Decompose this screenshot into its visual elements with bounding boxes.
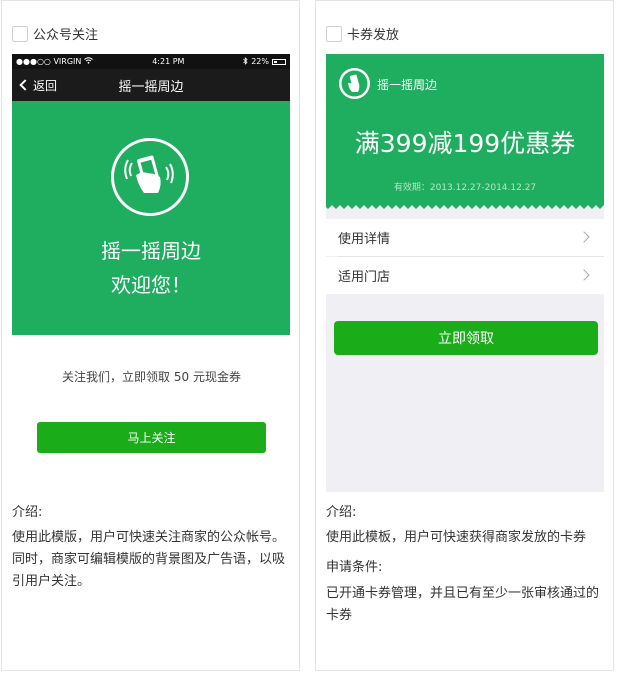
back-chevron-icon: [19, 79, 31, 91]
follow-tip: 关注我们，立即领取 50 元现金券: [62, 370, 241, 384]
phone-preview: ●●●○○ VIRGIN 4:21 PM 22% 返回 摇一摇周边 摇一摇周边 …: [12, 54, 290, 335]
card-title: 卡券发放: [347, 28, 400, 43]
chevron-right-icon: [578, 231, 590, 243]
coupon-preview: 摇一摇周边 满399减199优惠券 有效期：2013.12.27-2014.12…: [326, 54, 604, 492]
intro-heading: 介绍:: [326, 505, 357, 520]
template-select-coupon[interactable]: 卡券发放: [326, 24, 399, 43]
clock-label: 4:21 PM: [152, 57, 185, 66]
intro-section: 介绍: 使用此模板，用户可快速获得商家发放的卡券 申请条件: 已开通卡券管理，并…: [326, 502, 602, 627]
row-label: 适用门店: [338, 270, 391, 285]
back-button[interactable]: 返回: [18, 69, 57, 101]
status-bar: ●●●○○ VIRGIN 4:21 PM 22%: [12, 54, 290, 69]
nav-bar: 返回 摇一摇周边: [12, 69, 290, 101]
phone-subtitle: 欢迎您！: [111, 273, 191, 297]
claim-button[interactable]: 立即领取: [334, 321, 598, 355]
coupon-validity: 有效期：2013.12.27-2014.12.27: [393, 183, 537, 193]
phone-main-title: 摇一摇周边: [101, 239, 201, 263]
follow-button[interactable]: 马上关注: [37, 422, 266, 453]
row-usage-details[interactable]: 使用详情: [326, 219, 604, 256]
back-label: 返回: [33, 78, 58, 93]
condition-body: 已开通卡券管理，并且已有至少一张审核通过的卡券: [326, 586, 600, 623]
carrier-label: ●●●○○ VIRGIN: [16, 57, 82, 66]
battery-icon: [272, 58, 286, 65]
template-card-coupon: 卡券发放 摇一摇周边 满399减199优惠券 有效期：2013.12.27-20…: [315, 0, 614, 671]
checkbox[interactable]: [12, 25, 28, 42]
template-select-follow[interactable]: 公众号关注: [12, 24, 98, 43]
condition-heading: 申请条件:: [326, 560, 383, 575]
coupon-title: 满399减199优惠券: [354, 129, 576, 158]
row-applicable-stores[interactable]: 适用门店: [326, 257, 604, 294]
checkbox[interactable]: [326, 25, 342, 42]
coupon-brand: 摇一摇周边: [377, 78, 438, 92]
brand-logo-icon: [339, 68, 370, 99]
card-title: 公众号关注: [33, 28, 99, 43]
wifi-icon: [84, 57, 94, 66]
chevron-right-icon: [578, 269, 590, 281]
coupon-edge: [326, 202, 604, 209]
coupon-banner: 摇一摇周边 满399减199优惠券 有效期：2013.12.27-2014.12…: [326, 54, 604, 205]
intro-section: 介绍: 使用此模版，用户可快速关注商家的公众帐号。同时，商家可编辑模版的背景图及…: [12, 502, 288, 593]
intro-body: 使用此模板，用户可快速获得商家发放的卡券: [326, 530, 587, 545]
bluetooth-icon: [243, 56, 248, 67]
row-label: 使用详情: [338, 232, 391, 247]
intro-heading: 介绍:: [12, 505, 43, 520]
intro-body: 使用此模版，用户可快速关注商家的公众帐号。同时，商家可编辑模版的背景图及广告语，…: [12, 530, 286, 589]
battery-percent: 22%: [251, 57, 269, 66]
template-card-follow: 公众号关注 ●●●○○ VIRGIN 4:21 PM 22% 返回 摇一摇周边 …: [1, 0, 300, 671]
shake-phone-icon: [111, 138, 189, 216]
